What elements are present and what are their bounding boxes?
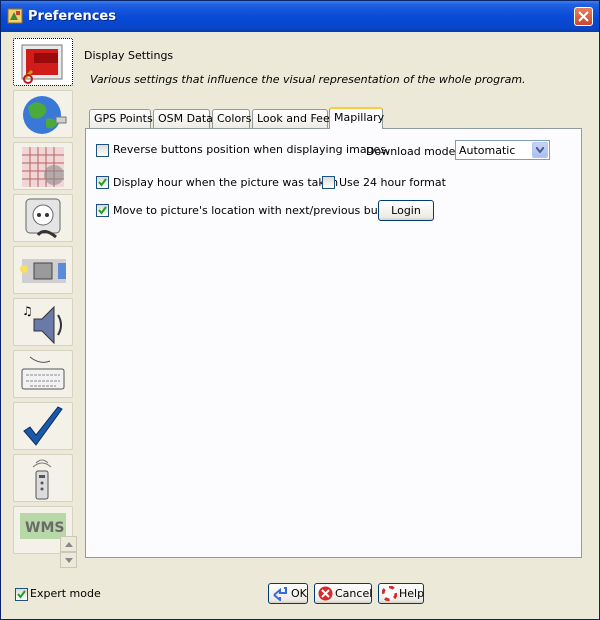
chevron-up-icon <box>65 542 73 547</box>
globe-icon <box>23 96 67 134</box>
svg-text:WMS: WMS <box>25 520 64 536</box>
cancel-button[interactable]: Cancel <box>314 583 372 604</box>
sidebar-item-shortcuts[interactable] <box>13 350 73 398</box>
tab-gps-points[interactable]: GPS Points <box>89 109 153 128</box>
checkmark-icon <box>23 406 63 446</box>
section-description: Various settings that influence the visu… <box>90 73 526 86</box>
tab-osm-data[interactable]: OSM Data <box>153 109 213 128</box>
keyboard-icon <box>21 356 65 390</box>
title-bar[interactable]: Preferences <box>1 1 599 32</box>
reverse-buttons-checkbox[interactable] <box>96 144 109 157</box>
sidebar-item-plugins[interactable] <box>13 194 73 242</box>
ok-label: OK <box>291 587 307 600</box>
mapillary-settings-panel: Reverse buttons position when displaying… <box>85 128 582 558</box>
sidebar-item-validator[interactable] <box>13 402 73 450</box>
paint-roller-icon <box>21 44 63 84</box>
sidebar-item-remote-control[interactable] <box>13 454 73 502</box>
sidebar-item-connection[interactable] <box>13 90 73 138</box>
cancel-icon <box>318 586 333 601</box>
help-lifebuoy-icon <box>382 586 397 601</box>
app-icon <box>7 8 23 24</box>
sidebar-item-projection[interactable] <box>13 142 73 190</box>
download-mode-label: Download mode: <box>366 145 460 158</box>
checkmark-icon <box>17 590 26 599</box>
expert-mode-label: Expert mode <box>30 587 101 600</box>
dropdown-arrow-icon[interactable] <box>532 142 548 158</box>
files-icon <box>20 259 66 283</box>
use-24-hour-label: Use 24 hour format <box>339 176 446 189</box>
login-button[interactable]: Login <box>378 200 434 221</box>
ok-button[interactable]: OK <box>268 583 308 604</box>
move-to-location-label: Move to picture's location with next/pre… <box>113 204 406 217</box>
use-24-hour-checkbox[interactable] <box>322 176 335 189</box>
download-mode-value: Automatic <box>459 144 516 157</box>
map-grid-icon <box>22 147 64 187</box>
display-hour-checkbox[interactable] <box>96 176 109 189</box>
expert-mode-checkbox[interactable] <box>15 588 28 601</box>
cancel-label: Cancel <box>335 587 373 600</box>
window-title: Preferences <box>28 9 116 24</box>
svg-text:♫: ♫ <box>22 304 33 318</box>
help-button[interactable]: Help <box>378 583 424 604</box>
close-icon <box>578 11 589 22</box>
sidebar-item-advanced[interactable] <box>13 246 73 294</box>
scroll-down-button[interactable] <box>60 552 77 568</box>
preferences-window: Preferences ♫ WMS Display Settings Vario… <box>0 0 600 620</box>
display-hour-label: Display hour when the picture was taken <box>113 176 339 189</box>
tab-mapillary[interactable]: Mapillary <box>329 107 384 129</box>
checkmark-icon <box>98 178 107 187</box>
dialog-body: ♫ WMS Display Settings Various settings … <box>5 32 595 617</box>
help-label: Help <box>399 587 425 600</box>
sidebar-item-audio[interactable]: ♫ <box>13 298 73 346</box>
tab-look-and-feel[interactable]: Look and Feel <box>252 109 333 128</box>
scroll-up-button[interactable] <box>60 536 77 552</box>
chevron-down-icon <box>65 558 73 563</box>
remote-control-icon <box>32 459 52 500</box>
download-mode-select[interactable]: Automatic <box>455 140 550 160</box>
sidebar-item-display[interactable] <box>13 38 73 86</box>
move-to-location-checkbox[interactable] <box>96 204 109 217</box>
settings-category-list: ♫ WMS <box>11 36 76 564</box>
speaker-icon: ♫ <box>22 304 62 345</box>
tab-colors[interactable]: Colors <box>212 109 251 128</box>
close-button[interactable] <box>574 7 593 26</box>
reverse-buttons-label: Reverse buttons position when displaying… <box>113 143 390 156</box>
power-plug-icon <box>25 198 61 239</box>
section-title: Display Settings <box>84 49 174 62</box>
checkmark-icon <box>98 206 107 215</box>
ok-arrow-icon <box>273 587 287 601</box>
